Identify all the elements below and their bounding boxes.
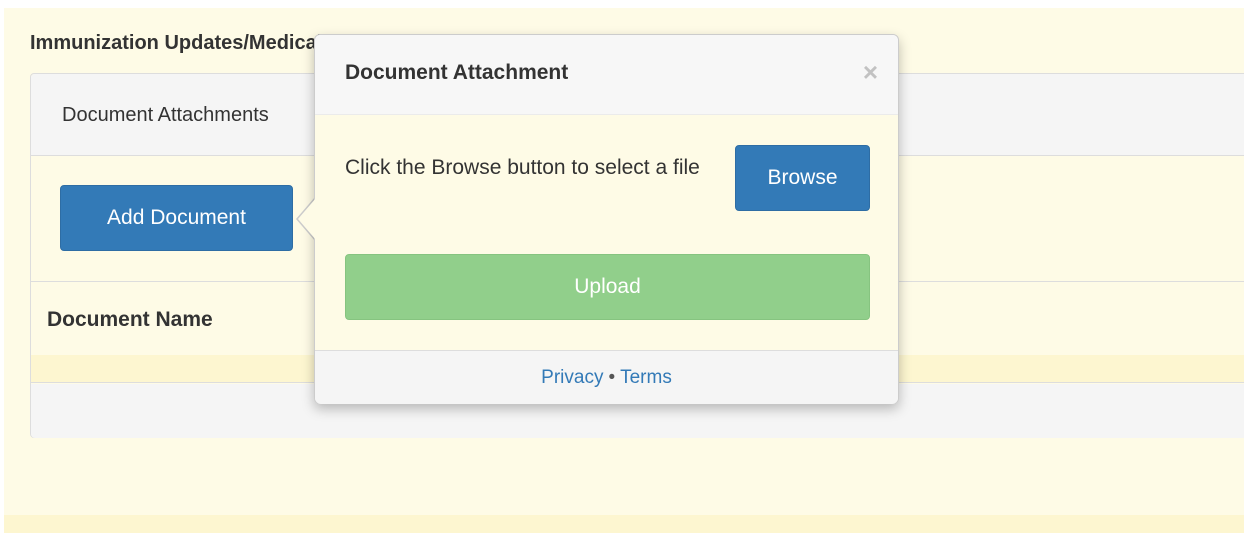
popover-header: Document Attachment × — [315, 35, 898, 115]
popover-title: Document Attachment — [345, 61, 569, 84]
popover-footer: Privacy • Terms — [315, 350, 898, 404]
privacy-link[interactable]: Privacy — [541, 367, 603, 389]
popover-body: Click the Browse button to select a file… — [315, 115, 898, 350]
close-icon[interactable]: × — [863, 59, 878, 85]
column-header-document-name: Document Name — [47, 308, 213, 331]
document-attachment-popover: Document Attachment × Click the Browse b… — [314, 34, 899, 404]
terms-link[interactable]: Terms — [620, 367, 672, 389]
browse-button[interactable]: Browse — [735, 145, 870, 211]
upload-button[interactable]: Upload — [345, 254, 870, 320]
footer-separator: • — [608, 366, 616, 388]
panel-heading-title: Document Attachments — [62, 104, 269, 126]
browse-instructions: Click the Browse button to select a file — [345, 156, 700, 179]
popover-arrow-inner — [298, 198, 316, 240]
add-document-button[interactable]: Add Document — [60, 185, 293, 251]
page-bottom-band — [4, 515, 1244, 533]
